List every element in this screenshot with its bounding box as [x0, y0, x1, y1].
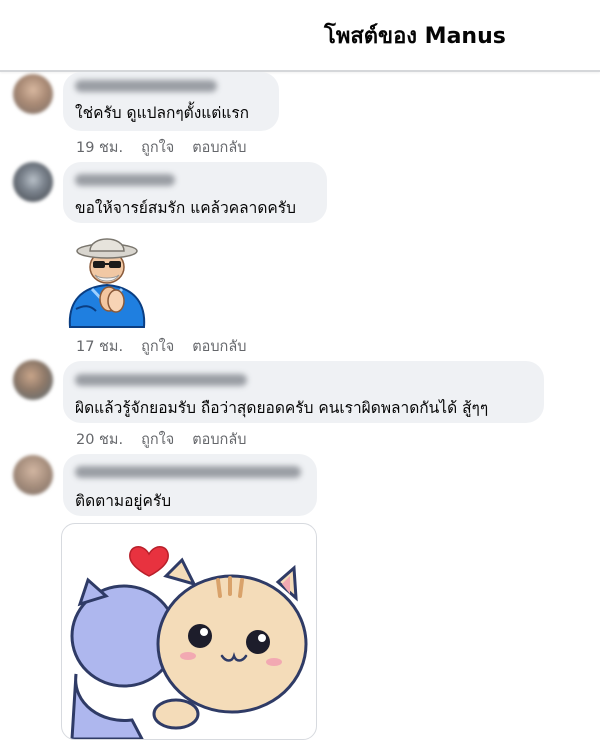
comment-time[interactable]: 20 ชม.	[76, 432, 123, 448]
comment-text: ผิดแล้วรู้จักยอมรับ ถือว่าสุดยอดครับ คนเ…	[75, 399, 489, 417]
comment-bubble: ผิดแล้วรู้จักยอมรับ ถือว่าสุดยอดครับ คนเ…	[63, 361, 544, 423]
reply-button[interactable]: ตอบกลับ	[192, 339, 246, 355]
post-header: โพสต์ของ Manus	[0, 0, 600, 72]
like-button[interactable]: ถูกใจ	[141, 339, 174, 355]
comment-actions: 19 ชม. ถูกใจ ตอบกลับ	[76, 136, 264, 159]
avatar[interactable]	[13, 360, 53, 400]
commenter-name-blurred[interactable]	[75, 80, 217, 92]
avatar[interactable]	[13, 162, 53, 202]
grandpa-clapping-sticker	[68, 238, 146, 328]
comment-text: ใช่ครับ ดูแปลกๆตั้งแต่แรก	[75, 104, 250, 122]
commenter-name-blurred[interactable]	[75, 374, 247, 386]
reply-button[interactable]: ตอบกลับ	[192, 140, 246, 156]
avatar[interactable]	[13, 74, 53, 114]
comment-text: ติดตามอยู่ครับ	[75, 492, 172, 510]
like-button[interactable]: ถูกใจ	[141, 140, 174, 156]
avatar[interactable]	[13, 455, 53, 495]
comment-text: ขอให้จารย์สมรัก แคล้วคลาดครับ	[75, 199, 296, 217]
comment-time[interactable]: 17 ชม.	[76, 339, 123, 355]
comment-bubble: ขอให้จารย์สมรัก แคล้วคลาดครับ	[63, 162, 327, 223]
comment-actions: 20 ชม. ถูกใจ ตอบกลับ	[76, 428, 264, 451]
page-title: โพสต์ของ Manus	[324, 24, 506, 49]
commenter-name-blurred[interactable]	[75, 466, 301, 478]
like-button[interactable]: ถูกใจ	[141, 432, 174, 448]
comment-bubble: ใช่ครับ ดูแปลกๆตั้งแต่แรก	[63, 72, 279, 131]
cat-hug-heart-sticker	[70, 546, 308, 739]
sticker-card[interactable]	[61, 523, 317, 740]
reply-button[interactable]: ตอบกลับ	[192, 432, 246, 448]
commenter-name-blurred[interactable]	[75, 174, 175, 186]
comment-actions: 17 ชม. ถูกใจ ตอบกลับ	[76, 335, 264, 358]
comment-time[interactable]: 19 ชม.	[76, 140, 123, 156]
comment-bubble: ติดตามอยู่ครับ	[63, 454, 317, 516]
